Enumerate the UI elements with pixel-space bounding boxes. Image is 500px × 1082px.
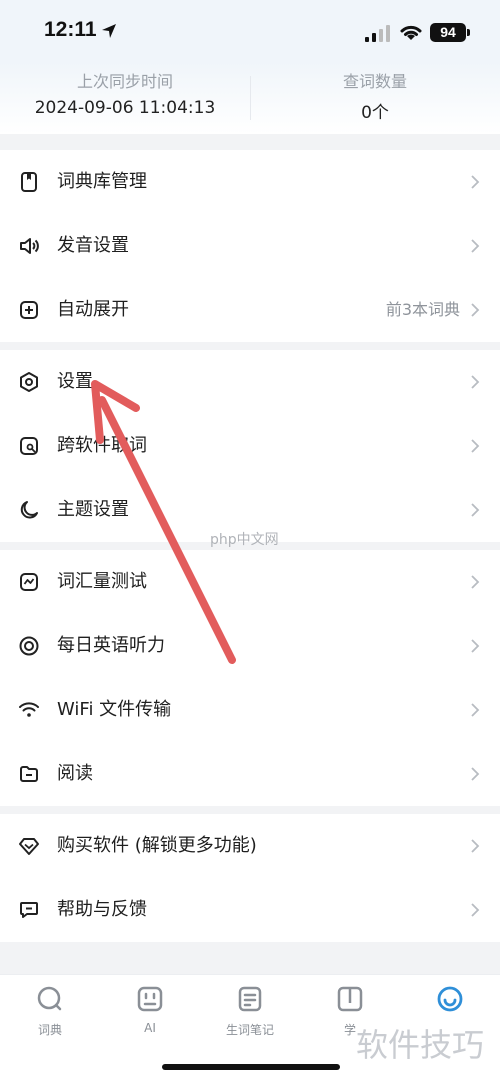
watermark-center: php中文网: [210, 532, 279, 548]
home-indicator: [162, 1064, 340, 1070]
menu-item-label: 阅读: [57, 763, 93, 784]
tab-ai[interactable]: AI: [100, 985, 200, 1035]
menu-item-label: WiFi 文件传输: [57, 699, 172, 720]
menu-group-learning: 词汇量测试 每日英语听力 WiFi 文件传输 阅读: [0, 550, 500, 806]
chevron-right-icon: [471, 375, 480, 389]
chevron-right-icon: [471, 439, 480, 453]
chevron-right-icon: [471, 175, 480, 189]
ai-icon: [137, 986, 163, 1012]
watermark-corner: 软件技巧: [356, 1026, 485, 1064]
diamond-icon: [19, 838, 39, 855]
tab-label: 词典: [37, 1023, 62, 1037]
lookup-count-value: 0个: [361, 103, 389, 123]
moon-icon: [20, 501, 38, 519]
chart-line-icon: [20, 573, 38, 591]
menu-item-label: 设置: [57, 371, 93, 392]
plus-square-icon: [20, 301, 38, 319]
chevron-right-icon: [471, 703, 480, 717]
menu-item-daily-listening[interactable]: 每日英语听力: [0, 614, 500, 678]
wifi-status-icon: [400, 25, 422, 40]
chevron-right-icon: [471, 903, 480, 917]
last-sync-label: 上次同步时间: [76, 72, 173, 91]
chevron-right-icon: [471, 639, 480, 653]
profile-icon: [437, 986, 463, 1012]
book-icon: [337, 986, 363, 1012]
speaker-icon: [20, 238, 39, 254]
menu-group-dictionary: 词典库管理 发音设置 自动展开 前3本词典: [0, 150, 500, 342]
sync-info-panel: 上次同步时间 查词数量 2024-09-06 11:04:13 0个: [0, 62, 500, 134]
menu-item-wifi-transfer[interactable]: WiFi 文件传输: [0, 678, 500, 742]
chevron-right-icon: [471, 767, 480, 781]
menu-group-settings: 设置 跨软件取词 主题设置: [0, 350, 500, 542]
menu-item-label: 帮助与反馈: [57, 899, 147, 920]
tab-profile[interactable]: [400, 985, 500, 1021]
menu-item-label: 发音设置: [57, 235, 129, 256]
folder-icon: [20, 766, 38, 782]
menu-item-settings[interactable]: 设置: [0, 350, 500, 414]
menu-item-pronunciation[interactable]: 发音设置: [0, 214, 500, 278]
menu-item-label: 购买软件 (解锁更多功能): [57, 835, 257, 856]
listening-circle-icon: [19, 636, 39, 656]
wifi-icon: [19, 702, 39, 717]
notes-icon: [238, 986, 262, 1012]
lookup-search-icon: [20, 437, 38, 455]
menu-item-label: 词典库管理: [57, 171, 147, 192]
menu-item-help[interactable]: 帮助与反馈: [0, 878, 500, 942]
tab-notes[interactable]: 生词笔记: [200, 985, 300, 1038]
chevron-right-icon: [471, 503, 480, 517]
menu-item-label: 主题设置: [57, 499, 129, 520]
chevron-right-icon: [471, 239, 480, 253]
menu-item-auto-expand[interactable]: 自动展开 前3本词典: [0, 278, 500, 342]
menu-item-reading[interactable]: 阅读: [0, 742, 500, 806]
dictionary-icon: [21, 172, 37, 192]
menu-item-label: 每日英语听力: [57, 635, 165, 656]
chevron-right-icon: [471, 575, 480, 589]
tab-label: 生词笔记: [225, 1023, 274, 1037]
menu-item-purchase[interactable]: 购买软件 (解锁更多功能): [0, 814, 500, 878]
status-time: 12:11: [44, 18, 97, 41]
signal-icon: [365, 25, 390, 42]
location-arrow-icon: [102, 24, 116, 38]
menu-group-support: 购买软件 (解锁更多功能) 帮助与反馈: [0, 814, 500, 942]
chevron-right-icon: [471, 839, 480, 853]
last-sync-value: 2024-09-06 11:04:13: [34, 98, 216, 118]
lookup-count-label: 查词数量: [342, 72, 407, 91]
menu-item-dictionary-manage[interactable]: 词典库管理: [0, 150, 500, 214]
tab-dictionary[interactable]: 词典: [0, 985, 100, 1038]
menu-item-vocab-test[interactable]: 词汇量测试: [0, 550, 500, 614]
status-bar: 12:11 94: [0, 0, 500, 62]
tab-label: AI: [144, 1021, 156, 1035]
search-icon: [37, 986, 62, 1011]
auto-expand-value: 前3本词典: [385, 300, 460, 319]
menu-item-cross-app-lookup[interactable]: 跨软件取词: [0, 414, 500, 478]
battery-indicator: 94: [430, 23, 470, 42]
message-icon: [20, 902, 38, 918]
chevron-right-icon: [471, 303, 480, 317]
settings-hexagon-icon: [20, 372, 38, 392]
menu-item-label: 词汇量测试: [57, 571, 147, 592]
menu-item-label: 自动展开: [57, 299, 129, 320]
menu-item-label: 跨软件取词: [57, 435, 147, 456]
